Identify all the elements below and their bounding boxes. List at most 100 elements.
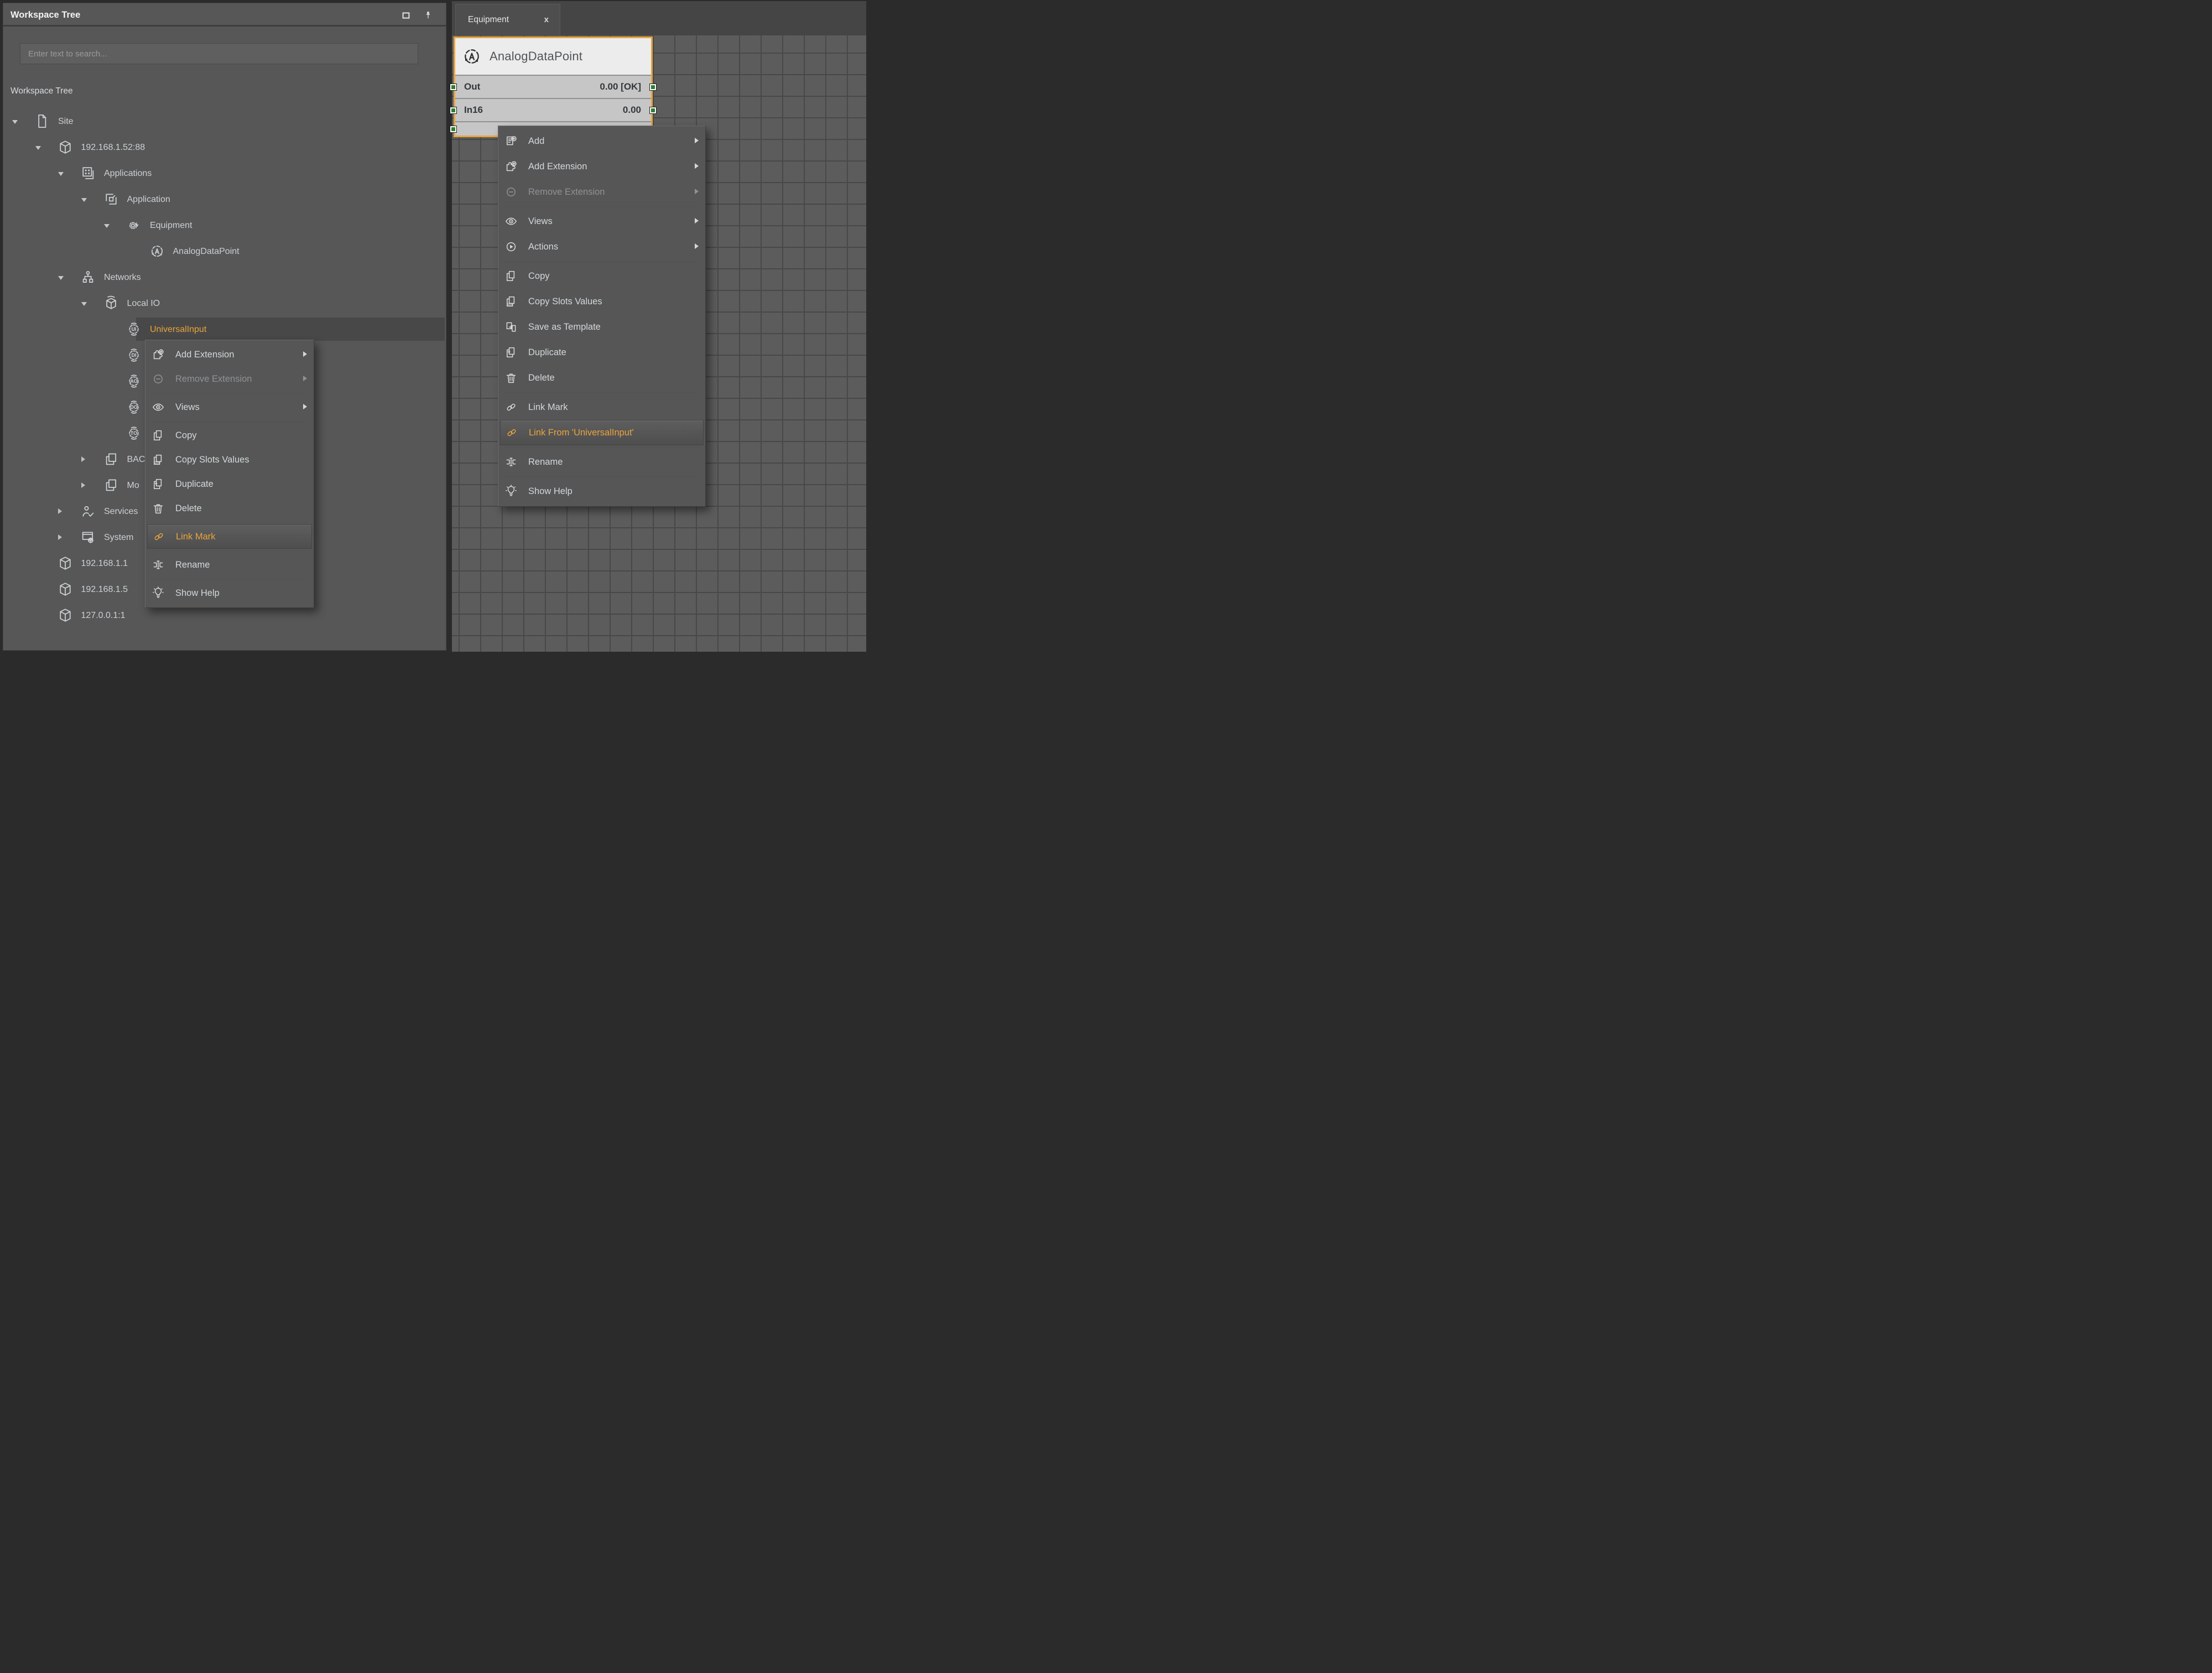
submenu-arrow-icon — [695, 189, 699, 194]
submenu-arrow-icon — [695, 163, 699, 169]
menu-item-views[interactable]: Views — [498, 209, 705, 234]
io-icon: UI — [126, 321, 142, 337]
menu-item-label: Views — [175, 402, 200, 412]
tree-item-site[interactable]: Site — [3, 108, 446, 134]
link-connector-left[interactable] — [450, 84, 457, 91]
chevron-collapsed-icon[interactable] — [81, 456, 85, 462]
menu-item-actions[interactable]: Actions — [498, 234, 705, 259]
chevron-collapsed-icon[interactable] — [58, 508, 62, 514]
svg-text:123: 123 — [507, 303, 512, 306]
tree-item-label: AnalogDataPoint — [173, 247, 240, 256]
tree-item-label: Local IO — [127, 299, 160, 308]
remext-icon — [152, 372, 165, 386]
addext-icon — [152, 348, 165, 361]
svg-text:123: 123 — [154, 461, 159, 465]
tree-item-equipment[interactable]: Equipment — [3, 212, 446, 238]
menu-item-add-extension[interactable]: Add Extension — [145, 342, 314, 367]
networks-icon — [80, 269, 96, 285]
menu-item-copy[interactable]: Copy — [145, 423, 314, 448]
svg-text:DI: DI — [132, 352, 137, 358]
svg-text:AO: AO — [130, 378, 137, 384]
menu-item-delete[interactable]: Delete — [145, 496, 314, 521]
saveas-icon — [504, 320, 518, 334]
tree-item-applications[interactable]: Applications — [3, 160, 446, 186]
tab-equipment[interactable]: Equipment x — [455, 4, 560, 35]
slot-name: Out — [464, 81, 481, 92]
menu-separator — [504, 476, 700, 477]
chevron-collapsed-icon[interactable] — [58, 534, 62, 540]
rename-icon — [504, 455, 518, 469]
analog-point-icon — [462, 46, 482, 66]
tree-item-universalinput[interactable]: UI UniversalInput — [3, 316, 446, 342]
slot-row-in16[interactable]: In16 0.00 — [450, 98, 657, 121]
svg-text:DO: DO — [130, 404, 137, 410]
menu-item-label: Copy — [175, 430, 197, 440]
cube-icon — [58, 581, 73, 597]
menu-item-save-as-template[interactable]: Save as Template — [498, 314, 705, 340]
menu-item-label: Copy Slots Values — [528, 296, 602, 306]
tree-item-label: System — [104, 533, 134, 542]
cube-icon — [58, 555, 73, 571]
chevron-collapsed-icon[interactable] — [81, 482, 85, 488]
menu-separator — [151, 421, 308, 422]
menu-item-views[interactable]: Views — [145, 395, 314, 419]
slot-row-out[interactable]: Out 0.00 [OK] — [450, 75, 657, 98]
analog-data-point-block[interactable]: AnalogDataPoint Out 0.00 [OK] In16 0.00 — [450, 37, 657, 137]
chevron-expanded-icon[interactable] — [58, 172, 64, 176]
link-icon — [152, 530, 165, 543]
page-icon — [34, 113, 50, 129]
menu-item-label: Actions — [528, 241, 559, 252]
menu-separator — [504, 206, 700, 207]
menu-item-label: Link Mark — [528, 402, 568, 412]
link-connector-left[interactable] — [450, 107, 457, 114]
tree-item-application[interactable]: Application — [3, 186, 446, 212]
views-icon — [504, 215, 518, 228]
panel-splitter[interactable] — [446, 0, 452, 656]
link-connector-right[interactable] — [649, 107, 657, 114]
chevron-expanded-icon[interactable] — [81, 198, 87, 202]
folders-icon — [103, 451, 119, 467]
tree-item-label: Application — [127, 195, 170, 204]
link-icon — [505, 426, 518, 439]
chevron-expanded-icon[interactable] — [12, 119, 18, 124]
slot-value: 0.00 — [622, 105, 641, 115]
chevron-expanded-icon[interactable] — [81, 302, 87, 306]
gear-icon — [126, 217, 142, 233]
menu-item-show-help[interactable]: Show Help — [145, 581, 314, 605]
io-icon: DO — [126, 399, 142, 415]
menu-item-label: Rename — [175, 559, 210, 570]
tree-item-label: Applications — [104, 169, 152, 178]
block-header[interactable]: AnalogDataPoint — [455, 38, 651, 75]
menu-item-copy[interactable]: Copy — [498, 263, 705, 289]
menu-item-label: Add — [528, 136, 545, 146]
copy-icon — [152, 429, 165, 442]
menu-item-label: Copy Slots Values — [175, 454, 249, 465]
menu-item-delete[interactable]: Delete — [498, 365, 705, 391]
tree-item-analogdatapoint[interactable]: AnalogDataPoint — [3, 238, 446, 264]
menu-item-rename[interactable]: Rename — [145, 553, 314, 577]
menu-item-add[interactable]: Add — [498, 128, 705, 154]
menu-item-add-extension[interactable]: Add Extension — [498, 154, 705, 179]
menu-item-copy-slots-values[interactable]: 123 Copy Slots Values — [145, 448, 314, 472]
tree-item-networks[interactable]: Networks — [3, 264, 446, 290]
chevron-expanded-icon[interactable] — [58, 276, 64, 280]
menu-item-label: Remove Extension — [528, 186, 605, 197]
chevron-expanded-icon[interactable] — [104, 224, 110, 228]
link-connector-right[interactable] — [649, 84, 657, 91]
chevron-expanded-icon[interactable] — [35, 146, 41, 150]
menu-item-duplicate[interactable]: Duplicate — [498, 340, 705, 365]
tree-item-192-168-1-52-88[interactable]: 192.168.1.52:88 — [3, 134, 446, 160]
help-icon — [152, 586, 165, 600]
menu-item-duplicate[interactable]: Duplicate — [145, 472, 314, 496]
menu-item-copy-slots-values[interactable]: 123 Copy Slots Values — [498, 289, 705, 314]
menu-item-label: Save as Template — [528, 321, 601, 332]
menu-item-rename[interactable]: Rename — [498, 449, 705, 475]
menu-item-show-help[interactable]: Show Help — [498, 479, 705, 504]
analog-icon — [149, 243, 165, 259]
link-connector-left[interactable] — [450, 126, 457, 133]
menu-item-link-mark[interactable]: Link Mark — [498, 394, 705, 420]
menu-item-link-mark[interactable]: Link Mark — [147, 524, 312, 549]
tree-item-local-io[interactable]: Local IO — [3, 290, 446, 316]
menu-item-link-from-universalinput[interactable]: Link From 'UniversalInput' — [500, 420, 704, 445]
tab-close-icon[interactable]: x — [544, 4, 549, 35]
